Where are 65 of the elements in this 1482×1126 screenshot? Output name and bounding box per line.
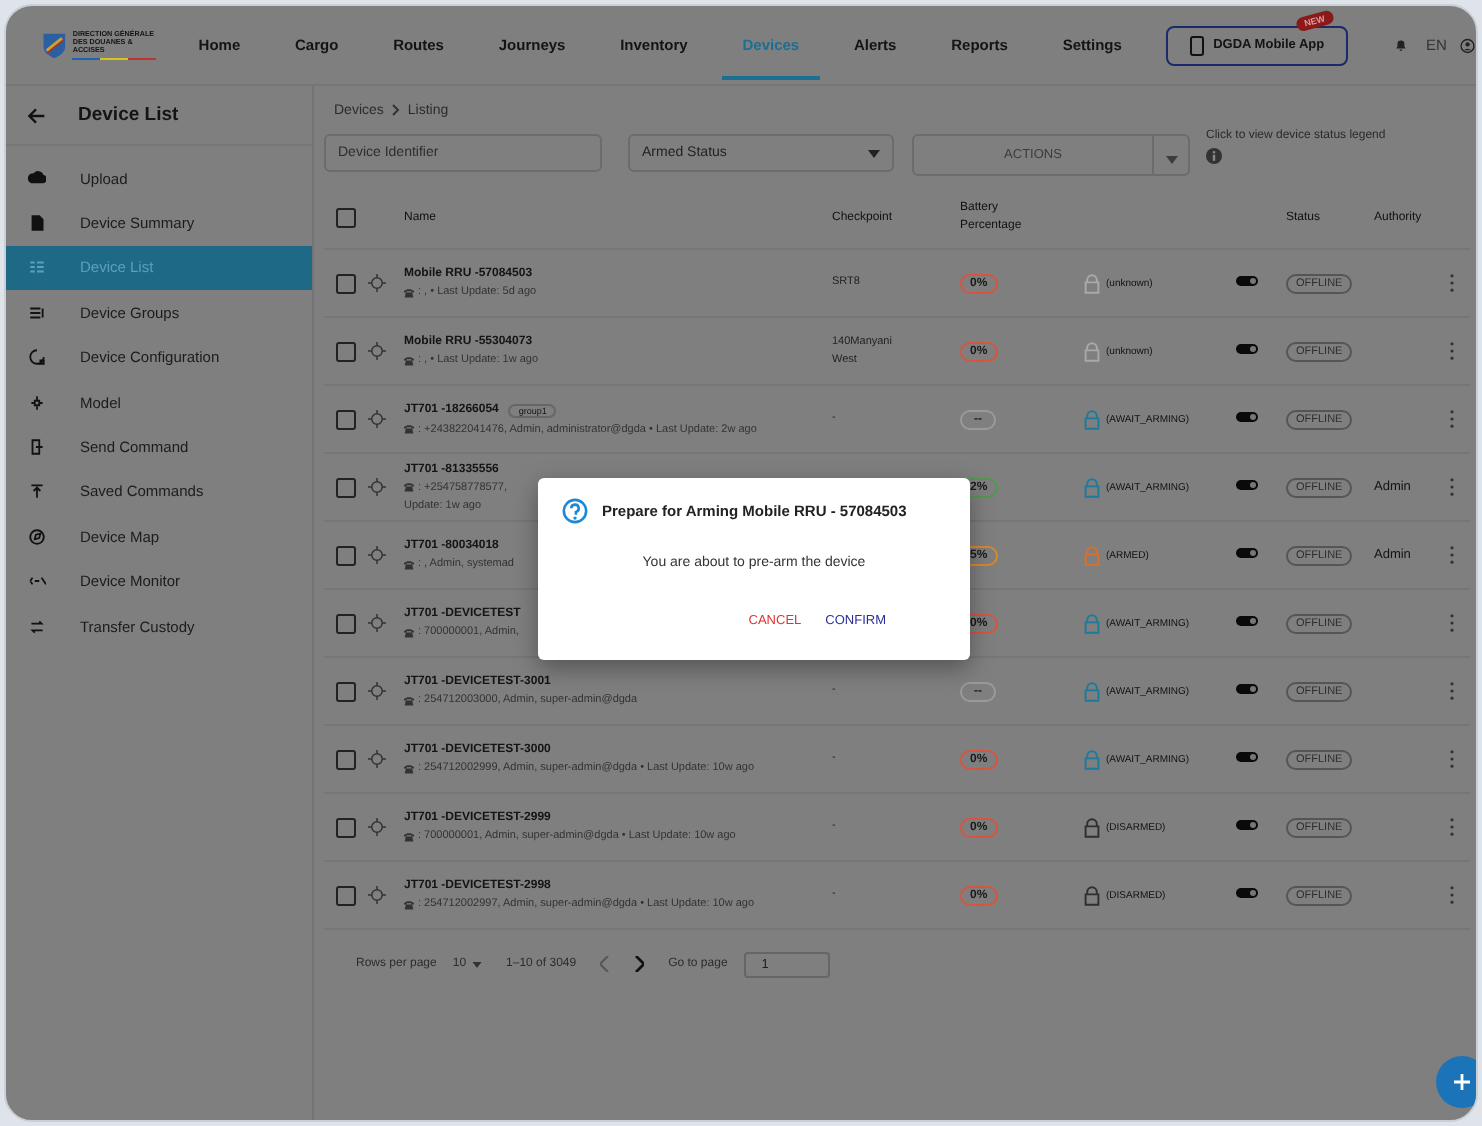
- export-icon: [28, 438, 46, 457]
- next-page-icon[interactable]: [634, 956, 645, 972]
- crosshair-icon[interactable]: [368, 546, 386, 564]
- toggle-switch[interactable]: [1236, 820, 1258, 830]
- user-icon[interactable]: [1460, 33, 1476, 57]
- phone-icon: [404, 424, 414, 434]
- crosshair-icon[interactable]: [368, 682, 386, 700]
- crosshair-icon[interactable]: [368, 274, 386, 292]
- toggle-switch[interactable]: [1236, 684, 1258, 694]
- plus-icon: [1454, 1074, 1470, 1090]
- caret-icon: [868, 149, 880, 157]
- toggle-switch[interactable]: [1236, 344, 1258, 354]
- select-all-checkbox[interactable]: [336, 208, 356, 228]
- phone-icon: [404, 355, 414, 365]
- cloud-upload-icon: [28, 169, 46, 188]
- toggle-switch[interactable]: [1236, 412, 1258, 422]
- row-checkbox[interactable]: [336, 273, 356, 293]
- checklist-icon: [28, 258, 46, 277]
- emblem-icon: [42, 29, 67, 61]
- toggle-switch[interactable]: [1236, 548, 1258, 558]
- crosshair-icon[interactable]: [368, 750, 386, 768]
- compass-icon: [28, 527, 46, 546]
- row-checkbox[interactable]: [336, 613, 356, 633]
- upload-icon: [28, 482, 46, 501]
- phone-icon: [404, 899, 414, 909]
- caret-icon: [472, 961, 483, 967]
- toggle-switch[interactable]: [1236, 276, 1258, 286]
- row-checkbox[interactable]: [336, 545, 356, 565]
- phone-icon: [404, 287, 414, 297]
- row-checkbox[interactable]: [336, 681, 356, 701]
- crosshair-icon[interactable]: [368, 818, 386, 836]
- toggle-switch[interactable]: [1236, 752, 1258, 762]
- crosshair-icon[interactable]: [368, 614, 386, 632]
- phone-icon: [404, 695, 414, 705]
- list-icon: [28, 303, 46, 322]
- row-checkbox[interactable]: [336, 409, 356, 429]
- crosshair-icon[interactable]: [368, 410, 386, 428]
- toggle-switch[interactable]: [1236, 888, 1258, 898]
- crosshair-icon[interactable]: [368, 886, 386, 904]
- row-checkbox[interactable]: [336, 749, 356, 769]
- nodes-icon: [28, 393, 46, 412]
- help-icon: [562, 498, 588, 524]
- document-icon: [28, 214, 46, 233]
- notification-icon[interactable]: [1394, 34, 1409, 56]
- phone-icon: [404, 559, 414, 569]
- back-icon[interactable]: [26, 105, 46, 125]
- crosshair-icon[interactable]: [368, 342, 386, 360]
- toggle-switch[interactable]: [1236, 480, 1258, 490]
- phone-icon: [404, 627, 414, 637]
- phone-icon: [404, 763, 414, 773]
- crosshair-icon[interactable]: [368, 478, 386, 496]
- row-checkbox[interactable]: [336, 817, 356, 837]
- row-checkbox[interactable]: [336, 341, 356, 361]
- row-checkbox[interactable]: [336, 885, 356, 905]
- chevron-icon: [391, 104, 400, 116]
- swap-icon: [28, 617, 46, 636]
- sidebar-title: Device List: [78, 104, 179, 126]
- info-icon[interactable]: [1206, 148, 1222, 164]
- caret-icon: [1165, 156, 1177, 164]
- toggle-switch[interactable]: [1236, 616, 1258, 626]
- add-button[interactable]: [1436, 1056, 1476, 1108]
- phone-icon: [1189, 35, 1204, 55]
- row-checkbox[interactable]: [336, 477, 356, 497]
- phone-icon: [404, 482, 414, 492]
- phone-icon: [404, 831, 414, 841]
